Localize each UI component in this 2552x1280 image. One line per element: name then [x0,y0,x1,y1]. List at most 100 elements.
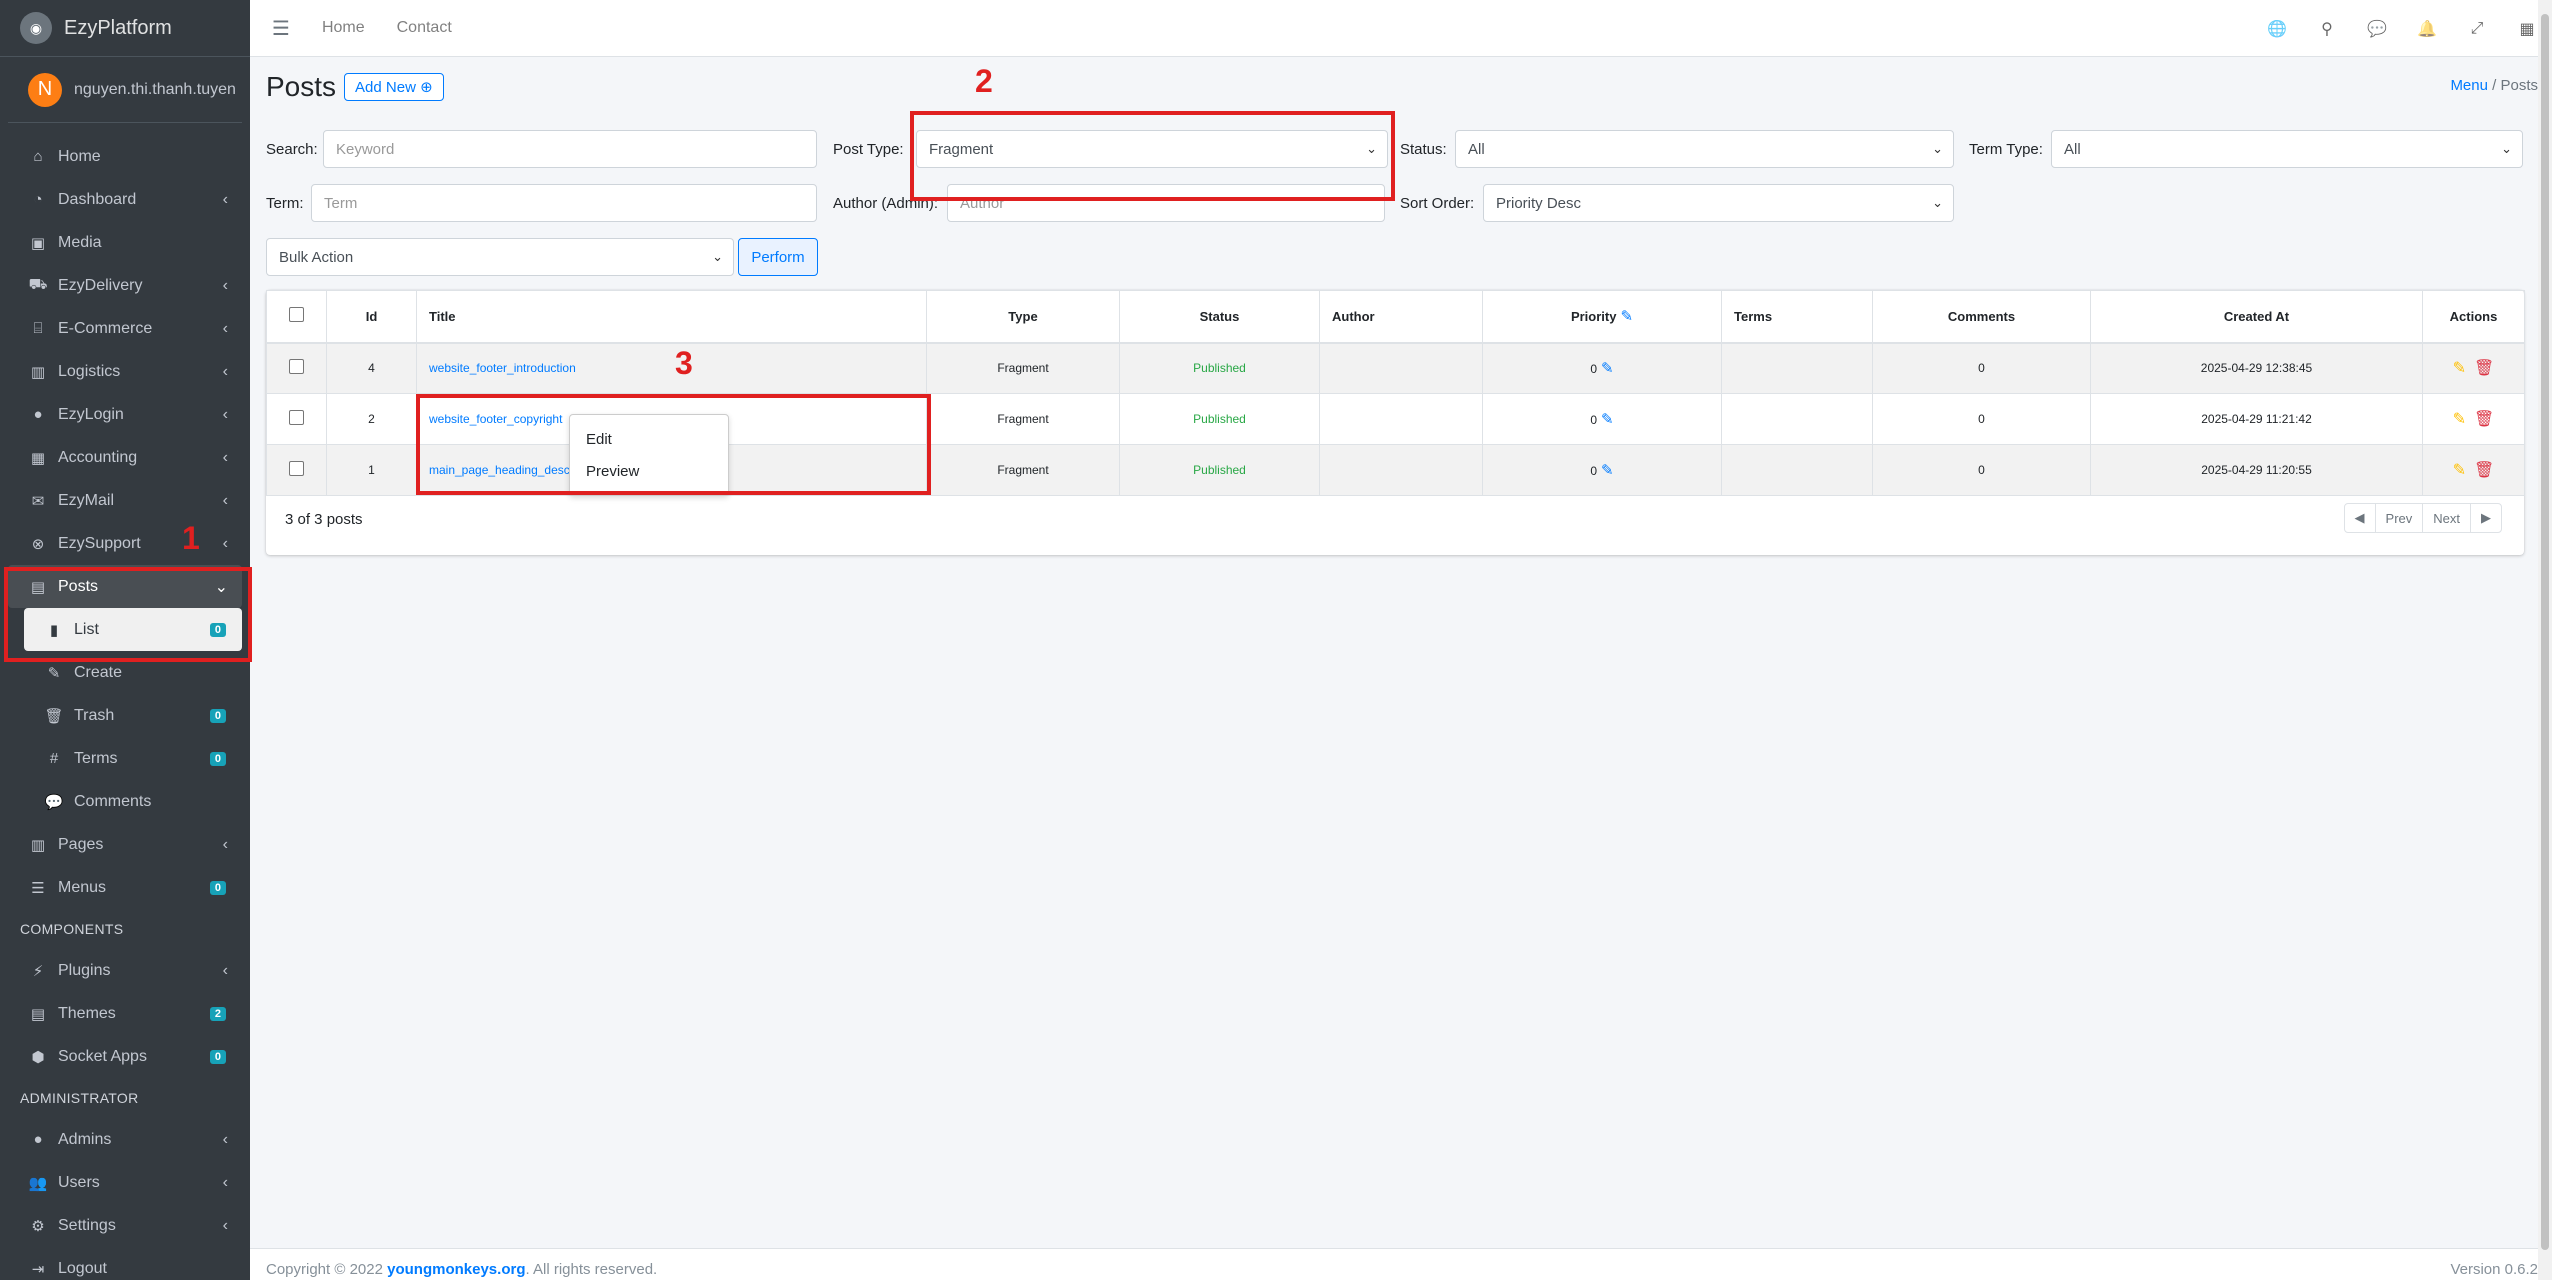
sort-order-select[interactable]: Priority Desc ⌄ [1483,184,1954,222]
row-checkbox[interactable] [289,359,304,375]
chevron-left-icon: ‹ [222,319,228,337]
edit-square-icon[interactable]: ✎ [1620,307,1633,325]
post-title-link[interactable]: website_footer_introduction [429,361,576,375]
cell-author [1319,444,1483,496]
next-button[interactable]: Next [2423,504,2471,532]
cell-created-at: 2025-04-29 11:20:55 [2090,444,2423,496]
sidebar-item-pages[interactable]: ▥ Pages ‹ [0,823,250,866]
hamburger-icon[interactable]: ☰ [272,16,290,41]
bulk-action-value: Bulk Action [279,248,354,266]
sidebar-item-dashboard[interactable]: ◔ Dashboard ‹ [0,178,250,221]
cell-type: Fragment [926,393,1120,445]
edit-square-icon[interactable]: ✎ [1601,410,1614,428]
sidebar-item-socket-apps[interactable]: ⬢ Socket Apps 0 [0,1035,250,1078]
user-panel[interactable]: N nguyen.thi.thanh.tuyen [8,57,242,123]
perform-button[interactable]: Perform [738,238,818,276]
column-title[interactable]: Title [416,290,927,344]
globe-icon[interactable]: 🌐 [2252,19,2302,39]
sidebar-item-media[interactable]: ▣ Media [0,221,250,264]
sidebar-item-posts-comments[interactable]: 💬 Comments [0,780,250,823]
edit-square-icon[interactable]: ✎ [1601,461,1614,479]
sidebar-item-ezylogin[interactable]: ● EzyLogin ‹ [0,393,250,436]
sidebar-item-label: Pages [58,835,104,853]
scrollbar-thumb[interactable] [2541,14,2549,1250]
column-priority[interactable]: Priority ✎ [1482,290,1722,344]
first-page-icon[interactable]: ◀ [2345,504,2376,532]
fullscreen-icon[interactable]: ⤢ [2452,20,2502,38]
prev-button[interactable]: Prev [2376,504,2424,532]
sidebar-item-posts-trash[interactable]: 🗑 Trash 0 [0,694,250,737]
sidebar-item-accounting[interactable]: ▦ Accounting ‹ [0,436,250,479]
trash-icon[interactable]: 🗑 [2474,462,2494,479]
sidebar-item-label: Create [74,663,123,681]
sidebar-item-users[interactable]: 👥 Users ‹ [0,1161,250,1204]
column-created-at[interactable]: Created At [2090,290,2423,344]
sidebar-item-ecommerce[interactable]: ⌸ E-Commerce ‹ [0,307,250,350]
cell-comments: 0 [1872,444,2091,496]
image-icon: ▣ [30,234,46,252]
last-page-icon[interactable]: ▶ [2471,504,2501,532]
column-author[interactable]: Author [1319,290,1483,344]
nav-link-contact[interactable]: Contact [397,19,452,37]
select-all-checkbox[interactable] [289,307,304,323]
sidebar-item-plugins[interactable]: ⚡ Plugins ‹ [0,949,250,992]
column-id[interactable]: Id [326,290,417,344]
brand-name: EzyPlatform [64,16,172,39]
row-checkbox[interactable] [289,410,304,425]
sidebar-item-themes[interactable]: ▤ Themes 2 [0,992,250,1035]
search-input[interactable]: Keyword [323,130,817,168]
nav-link-home[interactable]: Home [322,19,365,37]
chevron-left-icon: ‹ [222,276,228,294]
sidebar-item-logistics[interactable]: ▥ Logistics ‹ [0,350,250,393]
chevron-left-icon: ‹ [222,961,228,979]
pencil-icon[interactable]: ✎ [2453,411,2466,428]
hashtag-icon: # [49,750,59,767]
top-navbar: ☰ Home Contact 🌐 ⚲ 💬 🔔 ⤢ ▦ [250,0,2552,57]
sidebar-item-label: Home [58,147,101,165]
cell-actions: ✎ 🗑 [2422,444,2525,496]
column-type[interactable]: Type [926,290,1120,344]
count-badge: 0 [209,1049,226,1064]
navbar-tools: 🌐 ⚲ 💬 🔔 ⤢ ▦ [2252,0,2552,57]
bell-icon[interactable]: 🔔 [2402,19,2452,39]
sidebar-item-ezymail[interactable]: ✉ EzyMail ‹ [0,479,250,522]
brand[interactable]: ◉ EzyPlatform [0,0,250,57]
chevron-left-icon: ‹ [222,405,228,423]
row-select-cell [266,444,327,496]
search-icon[interactable]: ⚲ [2302,19,2352,39]
pencil-icon[interactable]: ✎ [2453,360,2466,377]
sidebar-item-home[interactable]: ⌂ Home [0,135,250,178]
comments-icon[interactable]: 💬 [2352,19,2402,39]
trash-icon[interactable]: 🗑 [2474,411,2494,428]
sidebar-item-posts-terms[interactable]: # Terms 0 [0,737,250,780]
row-checkbox[interactable] [289,461,304,476]
column-status[interactable]: Status [1119,290,1320,344]
edit-square-icon[interactable]: ✎ [1601,359,1614,377]
sidebar-item-label: EzyMail [58,491,115,509]
column-terms[interactable]: Terms [1721,290,1873,344]
chevron-left-icon: ‹ [222,1216,228,1234]
term-type-select[interactable]: All ⌄ [2051,130,2523,168]
bulk-action-select[interactable]: Bulk Action ⌄ [266,238,734,276]
sidebar-item-ezydelivery[interactable]: ⛟ EzyDelivery ‹ [0,264,250,307]
annotation-box-2 [910,111,1395,201]
pencil-icon[interactable]: ✎ [2453,462,2466,479]
status-select[interactable]: All ⌄ [1455,130,1954,168]
sidebar-item-logout[interactable]: ⇥ Logout [0,1247,250,1280]
copyright-link[interactable]: youngmonkeys.org [387,1261,525,1278]
add-new-button[interactable]: Add New ⊕ [344,73,444,101]
term-input[interactable]: Term [311,184,817,222]
cell-status: Published [1119,444,1320,496]
trash-icon[interactable]: 🗑 [2474,360,2494,377]
sidebar-item-admins[interactable]: ● Admins ‹ [0,1118,250,1161]
calculator-icon: ▦ [30,449,46,467]
breadcrumb-menu[interactable]: Menu [2450,77,2488,94]
sidebar-item-ezysupport[interactable]: ⊗ EzySupport ‹ [0,522,250,565]
sidebar-item-settings[interactable]: ⚙ Settings ‹ [0,1204,250,1247]
cell-priority: 0 ✎ [1482,444,1722,496]
term-type-label: Term Type: [1969,141,2043,158]
sidebar-item-menus[interactable]: ☰ Menus 0 [0,866,250,909]
column-comments[interactable]: Comments [1872,290,2091,344]
warehouse-icon: ▥ [30,363,46,381]
scrollbar[interactable] [2538,0,2552,1280]
